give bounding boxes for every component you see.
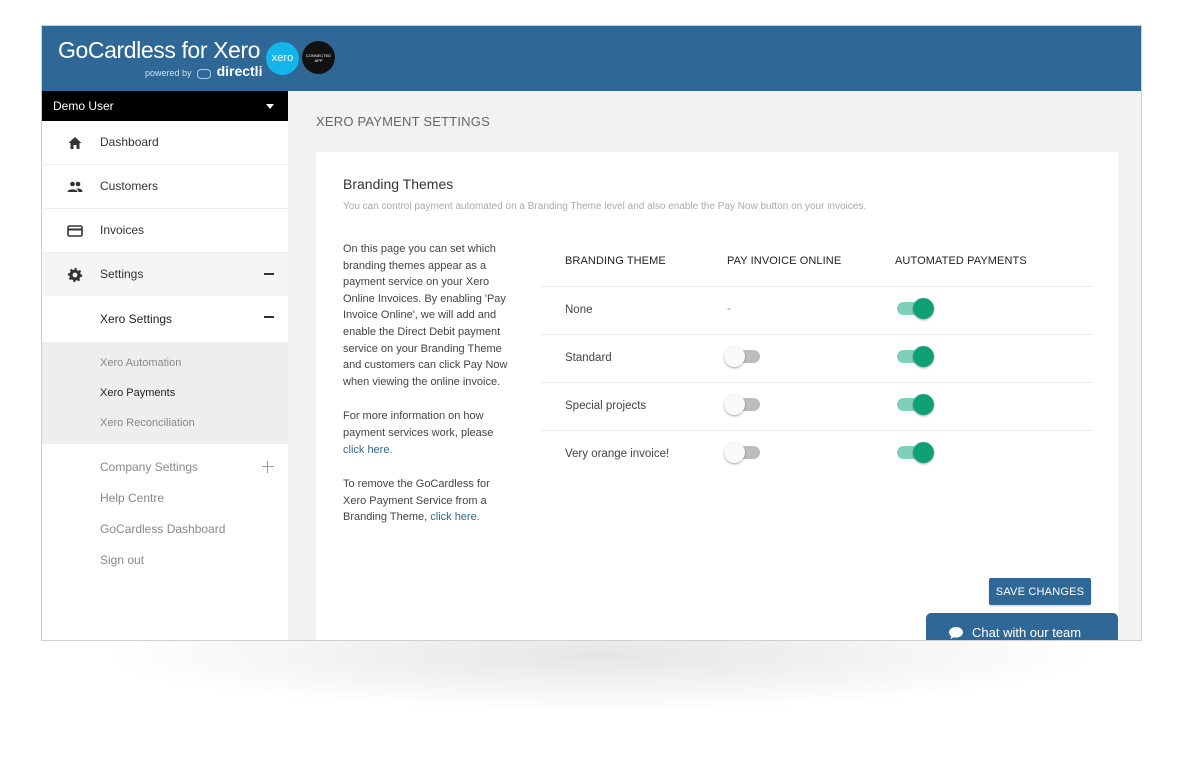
caret-down-icon — [266, 104, 274, 109]
sidebar-item-xero-automation[interactable]: Xero Automation — [42, 348, 288, 378]
table-row: Very orange invoice! — [541, 430, 1093, 479]
table-row: None - — [541, 286, 1093, 335]
column-header-pay-online: PAY INVOICE ONLINE — [727, 255, 842, 267]
more-info-link[interactable]: click here. — [343, 444, 393, 456]
automated-payments-toggle[interactable] — [895, 442, 935, 463]
automated-payments-toggle[interactable] — [895, 298, 935, 319]
connected-app-badge: CONNECTED APP — [302, 41, 335, 74]
info-paragraph: To remove the GoCardless for Xero Paymen… — [343, 476, 515, 526]
card-subtitle: You can control payment automated on a B… — [343, 201, 867, 212]
card-icon — [67, 225, 83, 237]
secondary-nav: Company Settings Help Centre GoCardless … — [42, 444, 288, 576]
chat-label: Chat with our team — [972, 625, 1082, 640]
sidebar-item-xero-payments[interactable]: Xero Payments — [42, 378, 288, 408]
user-menu[interactable]: Demo User — [42, 91, 288, 121]
home-icon — [68, 137, 82, 149]
sidebar-item-sign-out[interactable]: Sign out — [42, 545, 288, 576]
user-name: Demo User — [53, 99, 114, 113]
theme-name: Special projects — [565, 400, 647, 412]
automated-payments-toggle[interactable] — [895, 346, 935, 367]
pay-invoice-online-toggle[interactable] — [724, 394, 764, 415]
gear-icon — [67, 267, 83, 283]
info-text: On this page you can set which branding … — [343, 241, 515, 544]
sidebar-item-gocardless-dashboard[interactable]: GoCardless Dashboard — [42, 514, 288, 545]
sidebar-item-customers[interactable]: Customers — [42, 165, 288, 209]
column-header-theme: BRANDING THEME — [565, 255, 666, 267]
brand-name-bold: GoCardless — [58, 37, 176, 63]
xero-logo: xero — [266, 42, 299, 75]
sidebar-item-label: Dashboard — [100, 135, 159, 149]
powered-by-text: powered by — [145, 68, 192, 78]
info-paragraph: On this page you can set which branding … — [343, 243, 508, 388]
remove-service-link[interactable]: click here. — [430, 511, 480, 523]
top-header: GoCardless for Xero powered by directli … — [42, 26, 1141, 91]
sidebar-item-xero-reconciliation[interactable]: Xero Reconciliation — [42, 408, 288, 438]
branding-themes-card: Branding Themes You can control payment … — [316, 152, 1118, 640]
sidebar-item-label: Settings — [100, 267, 144, 281]
pay-online-placeholder: - — [727, 303, 731, 315]
column-header-automated: AUTOMATED PAYMENTS — [895, 255, 1027, 267]
directli-mark-icon — [197, 68, 212, 79]
brand-name-light: for Xero — [181, 37, 261, 63]
theme-name: None — [565, 304, 593, 316]
people-icon — [67, 181, 83, 192]
automated-payments-toggle[interactable] — [895, 394, 935, 415]
partner-name: directli — [216, 63, 263, 79]
sidebar-item-settings[interactable]: Settings — [42, 253, 288, 296]
expand-icon[interactable] — [262, 461, 274, 473]
chat-button[interactable]: Chat with our team — [926, 613, 1118, 640]
page-title: XERO PAYMENT SETTINGS — [316, 114, 490, 129]
sidebar-item-dashboard[interactable]: Dashboard — [42, 121, 288, 165]
sidebar-item-label: Xero Settings — [100, 312, 173, 326]
sidebar-item-label: Customers — [100, 179, 159, 193]
collapse-icon[interactable] — [264, 273, 274, 275]
sidebar-item-xero-settings[interactable]: Xero Settings — [42, 296, 288, 342]
info-text-span: For more information on how payment serv… — [343, 410, 494, 439]
sidebar-item-invoices[interactable]: Invoices — [42, 209, 288, 253]
sidebar-item-label: Invoices — [100, 223, 145, 237]
app-window: GoCardless for Xero powered by directli … — [41, 25, 1142, 641]
sidebar-item-label: Company Settings — [100, 460, 199, 474]
sidebar: Demo User Dashboard Customers Invoices S… — [42, 91, 288, 640]
pay-invoice-online-toggle[interactable] — [724, 346, 764, 367]
sidebar-item-help-centre[interactable]: Help Centre — [42, 483, 288, 514]
chat-bubble-icon — [949, 627, 963, 639]
pay-invoice-online-toggle[interactable] — [724, 442, 764, 463]
card-title: Branding Themes — [343, 176, 454, 192]
collapse-icon[interactable] — [264, 316, 274, 318]
brand-logo[interactable]: GoCardless for Xero — [58, 37, 260, 64]
powered-by: powered by directli — [145, 63, 262, 79]
table-row: Special projects — [541, 382, 1093, 431]
table-row: Standard — [541, 334, 1093, 383]
xero-settings-submenu: Xero Automation Xero Payments Xero Recon… — [42, 342, 288, 444]
theme-name: Very orange invoice! — [565, 448, 670, 460]
theme-name: Standard — [565, 352, 612, 364]
info-paragraph: For more information on how payment serv… — [343, 408, 515, 458]
save-changes-button[interactable]: SAVE CHANGES — [989, 578, 1091, 605]
sidebar-item-company-settings[interactable]: Company Settings — [42, 452, 288, 483]
